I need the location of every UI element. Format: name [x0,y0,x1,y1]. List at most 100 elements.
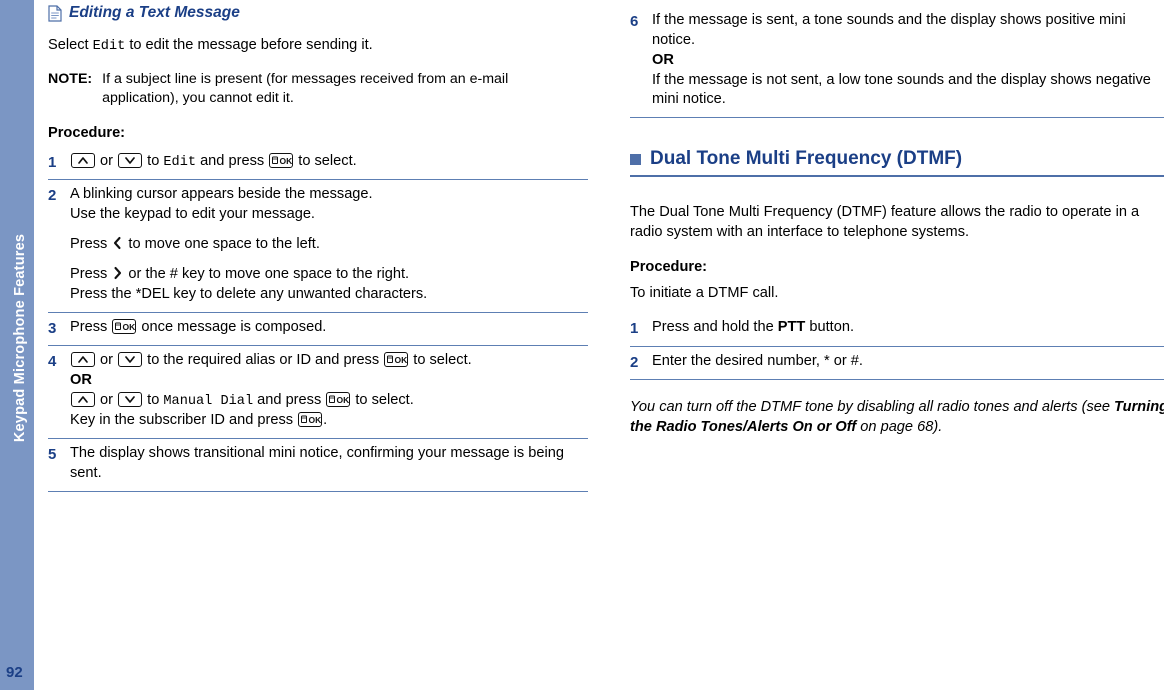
step-6-line-1: If the message is sent, a tone sounds an… [652,12,1126,48]
dtmf-note-pre: You can turn off the DTMF tone by disabl… [630,399,1115,416]
note-text: If a subject line is present (for messag… [102,71,509,106]
svg-text:OK: OK [280,156,293,166]
step-2-line-4-post: or the # key to move one space to the ri… [124,265,410,282]
down-arrow-key-icon [118,152,143,168]
left-arrow-icon [112,236,123,250]
dtmf-steps: 1 Press and hold the PTT button. 2 Enter… [630,313,1164,381]
section-heading: Editing a Text Message [48,4,588,27]
step-5: 5 The display shows transitional mini no… [48,438,588,492]
step-2-line-4: Press or the # key to move one space to … [70,265,588,285]
dtmf-procedure-label: Procedure: [630,259,708,276]
dtmf-note-mid: on page 68). [856,419,943,436]
step-3-body: Press OK once message is composed. [70,318,588,338]
step-1-text-c: and press [196,152,269,169]
step-1-text-d: to select. [294,152,357,169]
step-4-number: 4 [48,353,57,371]
note-label: NOTE: [48,71,93,88]
ok-key-icon: OK [112,318,137,334]
step-3-number: 3 [48,319,57,337]
step-3: 3 Press OK once message is composed. [48,311,588,346]
step-4-or: OR [70,371,92,388]
document-icon [48,5,62,27]
section-heading-text: Editing a Text Message [69,4,240,21]
step-6-or: OR [652,51,674,68]
dtmf-italic-note: You can turn off the DTMF tone by disabl… [630,398,1164,437]
ok-key-icon: OK [326,391,351,407]
step-4-end-2: to select. [351,391,414,408]
dtmf-step-2: 2 Enter the desired number, * or #. [630,345,1164,381]
step-1-number: 1 [48,153,57,171]
ok-key-icon: OK [269,152,294,168]
ok-key-icon: OK [298,412,323,428]
dtmf-step-1-bold: PTT [777,319,806,336]
svg-text:OK: OK [395,355,408,365]
step-2-line-3: Press to move one space to the left. [70,235,588,255]
step-4-end-3: . [323,412,328,429]
chapter-bullet-icon [630,153,641,165]
left-column: Editing a Text Message Select Edit to ed… [48,0,588,492]
up-arrow-key-icon [71,391,95,407]
dtmf-chapter-heading: Dual Tone Multi Frequency (DTMF) [630,148,1164,170]
svg-text:OK: OK [123,322,136,332]
up-arrow-key-icon [71,152,95,168]
ok-key-icon: OK [384,352,409,368]
step-4-mid-2: or [96,391,118,408]
step-6-body: If the message is sent, a tone sounds an… [652,11,1164,110]
right-column: 6 If the message is sent, a tone sounds … [630,0,1164,452]
step-2-line-3-post: to move one space to the left. [124,236,320,253]
step-2-line-3-pre: Press [70,236,112,253]
right-arrow-icon [112,266,123,280]
dtmf-paragraph: The Dual Tone Multi Frequency (DTMF) fea… [630,204,1140,240]
step-4-line-2: or to Manual Dial and press OK to select… [70,391,588,411]
step-2-body: A blinking cursor appears beside the mes… [70,185,588,304]
down-arrow-key-icon [118,391,143,407]
procedure-label: Procedure: [48,124,126,141]
step-4-end: to select. [409,352,472,369]
intro-pre: Select [48,37,93,53]
dtmf-step-1: 1 Press and hold the PTT button. [630,313,1164,346]
step-2-line-1: A blinking cursor appears beside the mes… [70,186,373,203]
step-2-line-4-pre: Press [70,265,112,282]
page-number: 92 [6,664,23,681]
intro-paragraph: Select Edit to edit the message before s… [48,36,588,56]
dtmf-lead-in: To initiate a DTMF call. [630,285,779,302]
step-4-to-2: to [143,391,164,408]
step-4-mono: Manual Dial [163,393,254,409]
step-2: 2 A blinking cursor appears beside the m… [48,179,588,311]
step-5-body: The display shows transitional mini noti… [70,445,564,481]
continued-steps: 6 If the message is sent, a tone sounds … [630,6,1164,119]
step-2-number: 2 [48,187,57,205]
chapter-side-tab: Keypad Microphone Features [0,0,34,690]
step-5-number: 5 [48,446,57,464]
step-4-press: and press [253,391,326,408]
dtmf-step-2-number: 2 [630,353,639,371]
step-4: 4 or to the required alias or ID and pre… [48,345,588,438]
dtmf-step-1-post: button. [805,319,855,336]
step-4-to: to the required alias or ID and press [143,352,384,369]
intro-mono: Edit [92,39,126,54]
step-4-line-1: or to the required alias or ID and press… [70,351,588,371]
procedure-steps: 1 or to Edit and press OK to select. 2 A… [48,147,588,492]
step-2-line-5: Press the *DEL key to delete any unwante… [70,285,428,302]
dtmf-step-1-body: Press and hold the PTT button. [652,318,1164,338]
down-arrow-key-icon [118,352,143,368]
step-6-number: 6 [630,13,639,30]
step-4-pre-3: Key in the subscriber ID and press [70,412,298,429]
dtmf-step-2-body: Enter the desired number, * or #. [652,352,863,369]
step-3-post: once message is composed. [137,318,327,335]
dtmf-step-1-pre: Press and hold the [652,319,778,336]
up-arrow-key-icon [71,352,95,368]
chapter-side-tab-label: Keypad Microphone Features [12,233,28,443]
dtmf-chapter-title: Dual Tone Multi Frequency (DTMF) [650,148,963,170]
intro-post: to edit the message before sending it. [125,37,373,53]
step-4-body: or to the required alias or ID and press… [70,351,588,431]
step-1-text-b: to [143,152,164,169]
step-3-pre: Press [70,318,112,335]
step-1-mono: Edit [163,154,197,170]
dtmf-step-1-number: 1 [630,320,639,338]
step-2-line-2: Use the keypad to edit your message. [70,206,315,223]
step-6-line-2: If the message is not sent, a low tone s… [652,71,1151,108]
step-1-text-a: or [96,152,118,169]
svg-text:OK: OK [309,415,322,425]
step-1-body: or to Edit and press OK to select. [70,152,588,172]
